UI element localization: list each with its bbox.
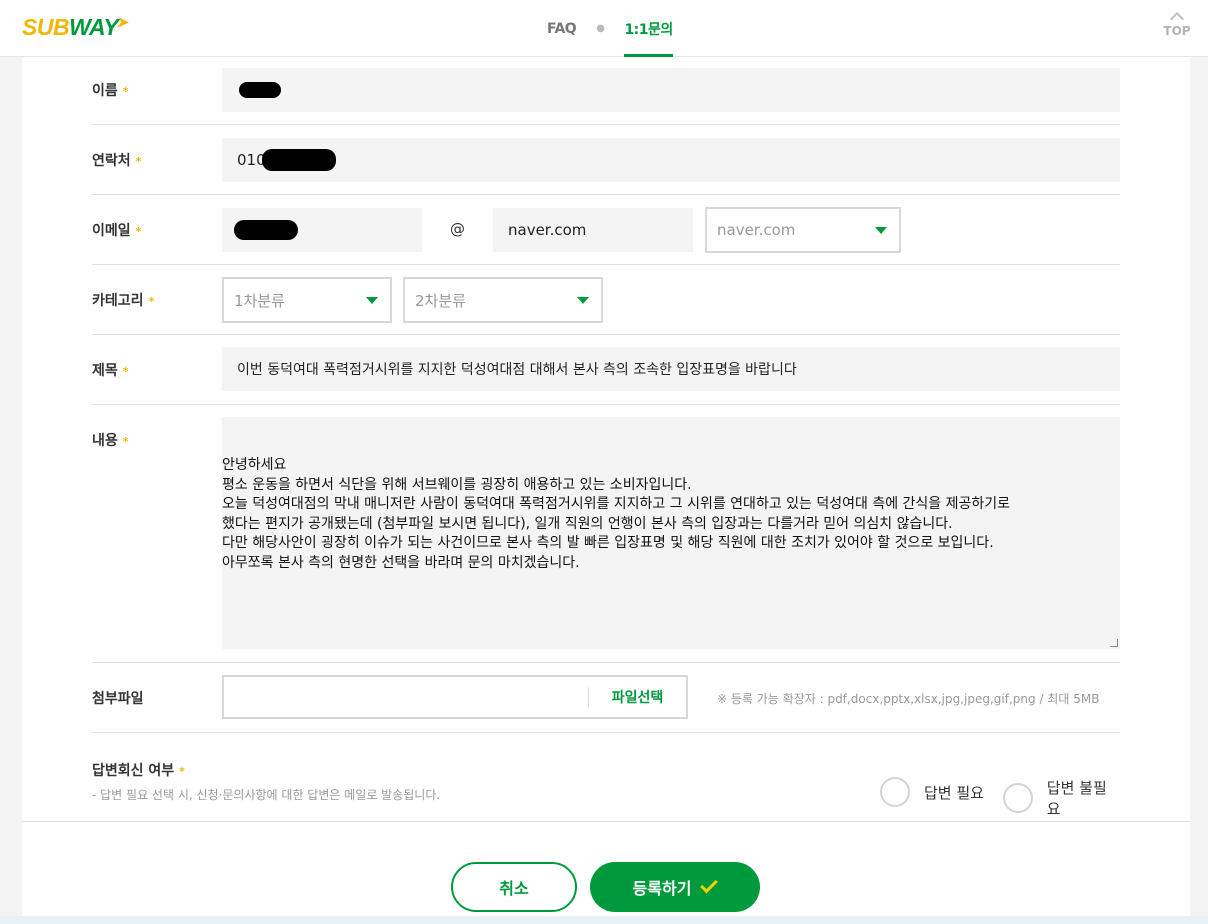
- required-mark: *: [148, 294, 155, 308]
- redaction-mark: [239, 82, 281, 98]
- chevron-down-icon: [577, 297, 589, 304]
- reply-needed-label: 답변 필요: [924, 783, 984, 802]
- support-tabs: FAQ ● 1:1문의: [547, 0, 673, 57]
- email-label: 이메일 *: [92, 223, 142, 239]
- name-label: 이름 *: [92, 83, 129, 99]
- attachment-label: 첨부파일: [92, 691, 144, 707]
- tab-inquiry[interactable]: 1:1문의: [624, 0, 673, 57]
- subject-value: 이번 동덕여대 폭력점거시위를 지지한 덕성여대점 대해서 본사 측의 조속한 …: [237, 362, 797, 378]
- row-reply: 답변회신 여부 * - 답변 필요 선택 시, 신청·문의사항에 대한 답변은 메…: [92, 757, 1120, 819]
- redaction-mark: [262, 149, 336, 171]
- checkmark-icon: [700, 875, 719, 894]
- row-content: 내용 * 안녕하세요 평소 운동을 하면서 식단을 위해 서브웨이를 굉장히 애용…: [92, 405, 1120, 663]
- required-mark: *: [122, 84, 129, 98]
- row-contact: 연락처 * 010: [92, 125, 1120, 195]
- radio-circle: [880, 777, 910, 807]
- contact-label: 연락처 *: [92, 153, 142, 169]
- email-local-input[interactable]: [222, 208, 422, 252]
- logo-text-sub: SUB: [22, 14, 70, 40]
- chevron-down-icon: [366, 297, 378, 304]
- inquiry-form: 이름 * 연락처 * 010 이메일 * @ naver.com naver.com …: [22, 57, 1190, 924]
- required-mark: *: [122, 434, 129, 448]
- tab-separator: ●: [596, 23, 605, 34]
- name-input[interactable]: [222, 68, 1120, 112]
- subject-input[interactable]: 이번 동덕여대 폭력점거시위를 지지한 덕성여대점 대해서 본사 측의 조속한 …: [222, 347, 1120, 391]
- reply-needed-radio[interactable]: 답변 필요: [880, 777, 984, 807]
- category-first-value: 1차분류: [234, 291, 285, 310]
- redaction-mark: [234, 220, 298, 240]
- submit-label: 등록하기: [632, 879, 692, 898]
- at-sign: @: [450, 220, 465, 238]
- row-subject: 제목 * 이번 동덕여대 폭력점거시위를 지지한 덕성여대점 대해서 본사 측의 …: [92, 335, 1120, 405]
- required-mark: *: [122, 364, 129, 378]
- submit-button[interactable]: 등록하기: [590, 862, 760, 912]
- subject-label: 제목 *: [92, 363, 129, 379]
- category-second-value: 2차분류: [415, 291, 466, 310]
- email-domain-input[interactable]: naver.com: [493, 208, 693, 252]
- category-first-select[interactable]: 1차분류: [222, 277, 392, 323]
- cancel-button[interactable]: 취소: [451, 862, 577, 912]
- reply-hint: - 답변 필요 선택 시, 신청·문의사항에 대한 답변은 메일로 발송됩니다.: [92, 788, 441, 802]
- footer-strip: [0, 916, 1208, 924]
- logo-text-way: WAY: [69, 14, 119, 40]
- cancel-label: 취소: [499, 879, 529, 898]
- top-label: TOP: [1163, 24, 1191, 38]
- reply-not-needed-label: 답변 불필요: [1046, 779, 1107, 818]
- email-domain-value: naver.com: [508, 221, 587, 239]
- file-input[interactable]: 파일선택: [222, 675, 688, 719]
- content-value: 안녕하세요 평소 운동을 하면서 식단을 위해 서브웨이를 굉장히 애용하고 있…: [222, 457, 1011, 571]
- reply-not-needed-radio[interactable]: 답변 불필요: [1003, 777, 1120, 819]
- contact-input[interactable]: 010: [222, 138, 1120, 182]
- row-category: 카테고리 * 1차분류 2차분류: [92, 265, 1120, 335]
- category-label: 카테고리 *: [92, 293, 155, 309]
- site-header: SUBWAY➤ FAQ ● 1:1문의 TOP: [0, 0, 1208, 57]
- chevron-down-icon: [875, 227, 887, 234]
- required-mark: *: [135, 224, 142, 238]
- logo-arrow-icon: ➤: [116, 14, 128, 30]
- resize-grip-icon[interactable]: [1110, 639, 1118, 647]
- row-name: 이름 *: [92, 57, 1120, 125]
- required-mark: *: [135, 154, 142, 168]
- required-mark: *: [179, 764, 185, 778]
- content-label: 내용 *: [92, 433, 129, 449]
- email-domain-select[interactable]: naver.com: [705, 207, 901, 253]
- reply-label: 답변회신 여부 *: [92, 763, 185, 779]
- subway-logo[interactable]: SUBWAY➤: [22, 14, 128, 41]
- category-second-select[interactable]: 2차분류: [403, 277, 603, 323]
- email-domain-select-value: naver.com: [717, 221, 796, 239]
- file-select-button[interactable]: 파일선택: [588, 687, 686, 707]
- form-divider: [22, 821, 1190, 822]
- content-textarea[interactable]: 안녕하세요 평소 운동을 하면서 식단을 위해 서브웨이를 굉장히 애용하고 있…: [222, 417, 1120, 649]
- file-extension-note: ※ 등록 가능 확장자 : pdf,docx,pptx,xlsx,jpg,jpe…: [717, 692, 1100, 706]
- tab-faq[interactable]: FAQ: [547, 0, 577, 57]
- radio-circle: [1003, 783, 1033, 813]
- row-attachment: 첨부파일 파일선택 ※ 등록 가능 확장자 : pdf,docx,pptx,xl…: [92, 663, 1120, 733]
- row-email: 이메일 * @ naver.com naver.com: [92, 195, 1120, 265]
- scroll-top-button[interactable]: TOP: [1160, 11, 1194, 38]
